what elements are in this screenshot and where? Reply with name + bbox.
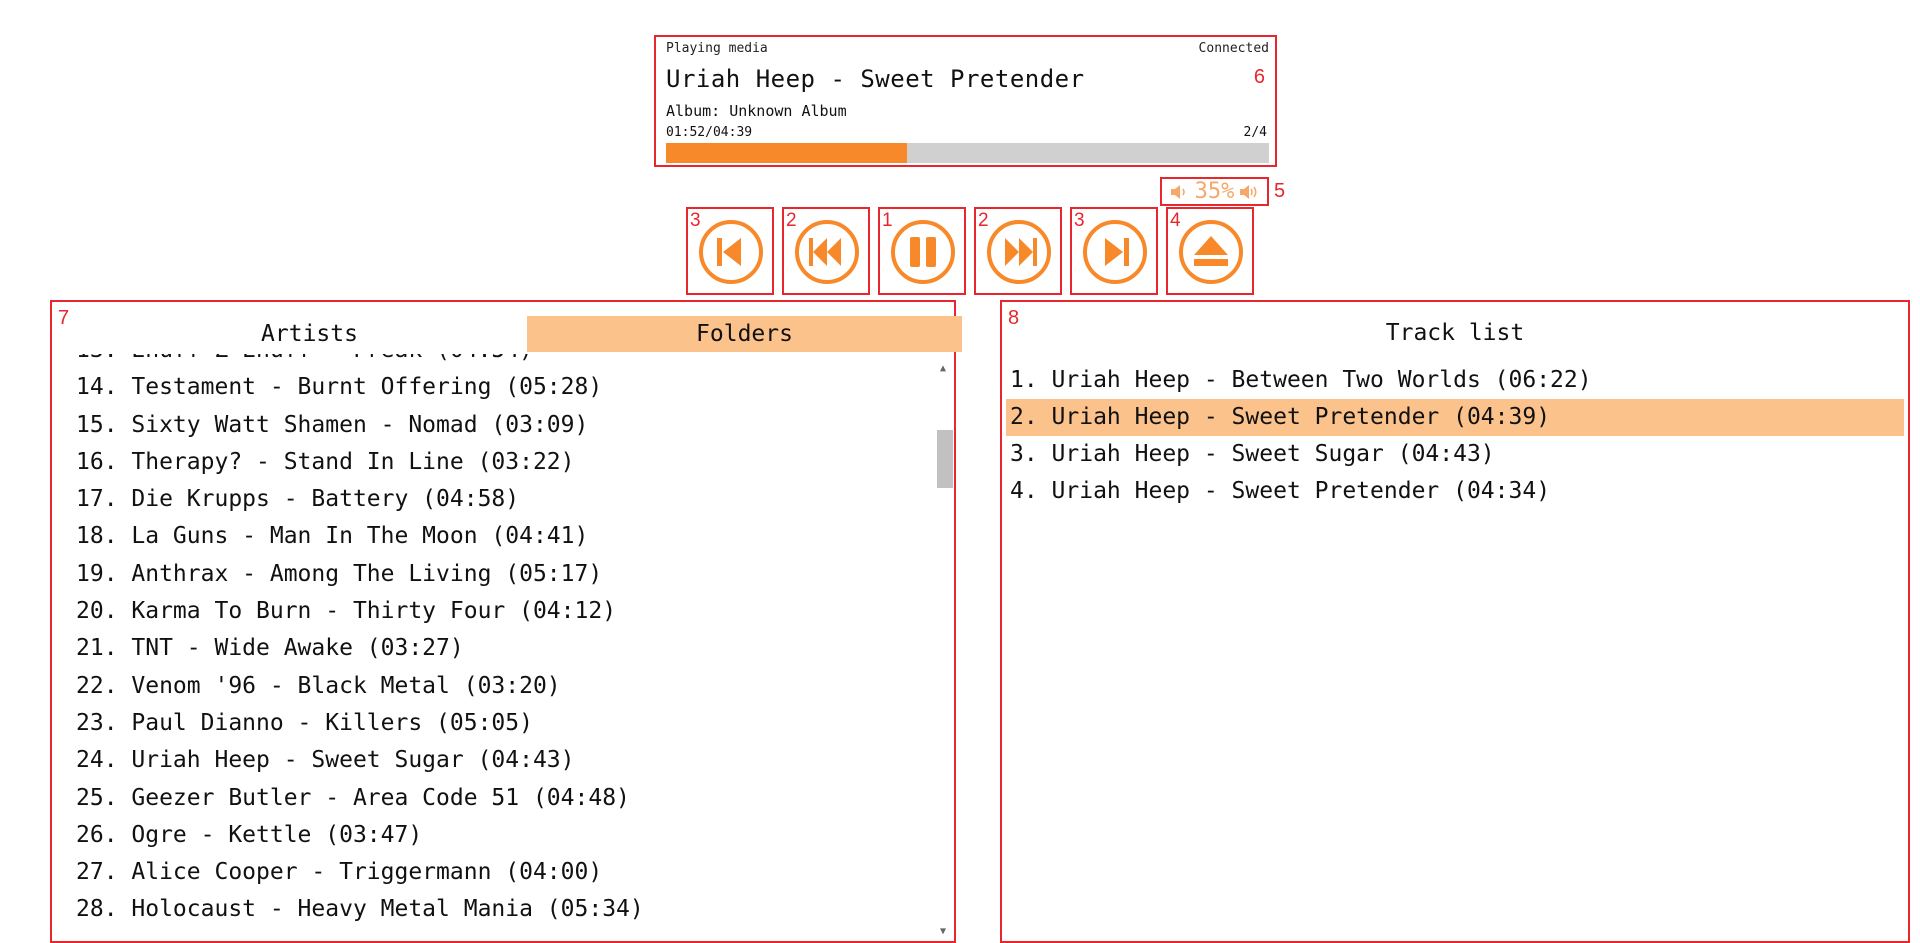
fast-forward-icon [987, 220, 1051, 284]
list-item[interactable]: 13. Enuff Z Enuff - Freak (04:54) [76, 354, 916, 369]
list-item[interactable]: 19. Anthrax - Among The Living (05:17) [76, 556, 916, 593]
annotation-number: 6 [1253, 66, 1265, 88]
list-item[interactable]: 25. Geezer Butler - Area Code 51 (04:48) [76, 780, 916, 817]
eject-button[interactable]: 4 [1166, 207, 1254, 295]
track-row[interactable]: 4. Uriah Heep - Sweet Pretender (04:34) [1006, 473, 1904, 510]
track-row[interactable]: 3. Uriah Heep - Sweet Sugar (04:43) [1006, 436, 1904, 473]
list-item[interactable]: 15. Sixty Watt Shamen - Nomad (03:09) [76, 407, 916, 444]
pause-icon [891, 220, 955, 284]
tracklist: 1. Uriah Heep - Between Two Worlds (06:2… [1006, 362, 1904, 510]
next-track-button[interactable]: 3 [1070, 207, 1158, 295]
annotation-number: 5 [1274, 180, 1286, 202]
progress-fill [666, 143, 908, 163]
scrollbar-thumb[interactable] [937, 430, 953, 488]
library-list: 13. Enuff Z Enuff - Freak (04:54)14. Tes… [76, 354, 916, 941]
tab-artists[interactable]: Artists [92, 316, 527, 352]
list-item[interactable]: 20. Karma To Burn - Thirty Four (04:12) [76, 593, 916, 630]
pause-button[interactable]: 1 [878, 207, 966, 295]
skip-forward-icon [1083, 220, 1147, 284]
volume-control[interactable]: 35% [1160, 177, 1269, 206]
track-row[interactable]: 1. Uriah Heep - Between Two Worlds (06:2… [1006, 362, 1904, 399]
tracklist-panel: 8 Track list 1. Uriah Heep - Between Two… [1000, 300, 1910, 943]
volume-down-icon[interactable] [1169, 182, 1191, 202]
track-position: 2/4 [1243, 125, 1267, 140]
tracklist-title: Track list [1385, 320, 1525, 346]
volume-value: 35% [1194, 179, 1235, 204]
track-title: Uriah Heep - Sweet Pretender [666, 65, 1085, 93]
annotation-number: 7 [58, 307, 70, 329]
rewind-icon [795, 220, 859, 284]
skip-back-icon [699, 220, 763, 284]
status-label: Playing media [666, 41, 768, 56]
list-item[interactable]: 24. Uriah Heep - Sweet Sugar (04:43) [76, 742, 916, 779]
scrollbar[interactable]: ▲ ▼ [934, 362, 953, 939]
list-item[interactable]: 22. Venom '96 - Black Metal (03:20) [76, 668, 916, 705]
now-playing-panel: Playing media Connected 6 Uriah Heep - S… [654, 35, 1277, 167]
connection-status: Connected [1198, 41, 1269, 56]
fast-forward-button[interactable]: 2 [974, 207, 1062, 295]
list-item[interactable]: 16. Therapy? - Stand In Line (03:22) [76, 444, 916, 481]
rewind-button[interactable]: 2 [782, 207, 870, 295]
album-label: Album: Unknown Album [666, 102, 847, 120]
list-item[interactable]: 14. Testament - Burnt Offering (05:28) [76, 369, 916, 406]
list-item[interactable]: 17. Die Krupps - Battery (04:58) [76, 481, 916, 518]
scroll-up-arrow-icon[interactable]: ▲ [934, 362, 952, 376]
list-item[interactable]: 18. La Guns - Man In The Moon (04:41) [76, 518, 916, 555]
list-item[interactable]: 21. TNT - Wide Awake (03:27) [76, 630, 916, 667]
previous-track-button[interactable]: 3 [686, 207, 774, 295]
list-item[interactable]: 27. Alice Cooper - Triggermann (04:00) [76, 854, 916, 891]
library-panel: 7 Artists Folders 13. Enuff Z Enuff - Fr… [50, 300, 962, 943]
elapsed-time: 01:52/04:39 [666, 125, 753, 140]
list-item[interactable]: 26. Ogre - Kettle (03:47) [76, 817, 916, 854]
tab-folders[interactable]: Folders [527, 316, 962, 352]
volume-up-icon[interactable] [1238, 182, 1260, 202]
list-item[interactable]: 23. Paul Dianno - Killers (05:05) [76, 705, 916, 742]
library-tabs: Artists Folders [92, 316, 962, 352]
track-row[interactable]: 2. Uriah Heep - Sweet Pretender (04:39) [1006, 399, 1904, 436]
list-item[interactable]: 28. Holocaust - Heavy Metal Mania (05:34… [76, 891, 916, 928]
eject-icon [1179, 220, 1243, 284]
progress-bar[interactable] [666, 143, 1269, 163]
